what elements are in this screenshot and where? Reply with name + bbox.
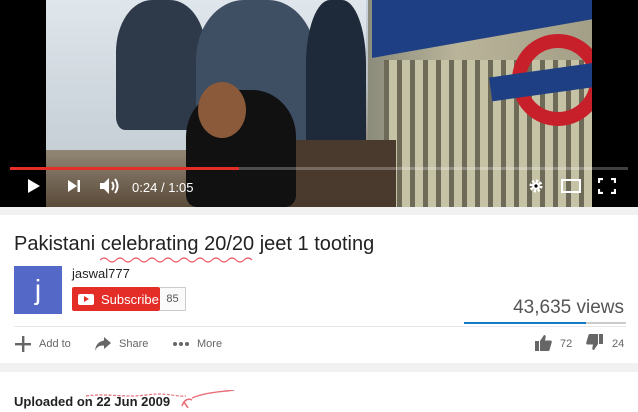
view-count: 43,635 views [513, 297, 624, 318]
video-info-panel: Pakistani celebrating 20/20 jeet 1 tooti… [0, 215, 638, 363]
video-title: Pakistani celebrating 20/20 jeet 1 tooti… [14, 233, 375, 255]
volume-icon [99, 177, 121, 200]
next-button[interactable] [64, 176, 84, 200]
settings-button[interactable] [526, 176, 546, 200]
red-annotation-underline [86, 390, 235, 408]
time-display: 0:24 / 1:05 [132, 180, 194, 195]
time-separator: / [160, 180, 165, 195]
channel-avatar[interactable]: j [14, 266, 62, 314]
subscriber-count: 85 [160, 287, 186, 311]
share-button[interactable]: Share [94, 335, 148, 353]
divider [14, 326, 626, 327]
like-ratio-fill [464, 322, 586, 324]
thumbs-up-icon [534, 334, 552, 354]
dislike-button[interactable]: 24 [586, 334, 625, 354]
description-panel: Uploaded on 22 Jun 2009 [0, 372, 638, 412]
like-button[interactable]: 72 [534, 335, 572, 353]
share-label: Share [119, 338, 149, 350]
youtube-logo-icon [78, 293, 94, 305]
thumbs-down-icon [586, 334, 604, 354]
spellcheck-underline [100, 257, 253, 263]
video-player[interactable]: 0:24 / 1:05 [0, 0, 638, 207]
player-controls: 0:24 / 1:05 [0, 172, 638, 204]
settings-icon [528, 178, 544, 199]
volume-button[interactable] [98, 176, 122, 200]
plus-icon [14, 335, 32, 353]
avatar-letter: j [34, 274, 42, 305]
fullscreen-button[interactable] [596, 176, 618, 200]
theater-mode-button[interactable] [560, 176, 582, 200]
video-person [306, 0, 366, 160]
subscribe-label: Subscribe [101, 291, 159, 307]
like-ratio-bar [464, 322, 626, 324]
next-icon [67, 179, 81, 198]
share-icon [94, 336, 112, 352]
progress-played [10, 167, 239, 170]
subscribe-button[interactable]: Subscribe [72, 287, 160, 311]
current-time: 0:24 [132, 180, 158, 195]
duration: 1:05 [168, 180, 194, 195]
like-count: 72 [560, 338, 573, 350]
add-to-label: Add to [39, 338, 71, 350]
dislike-count: 24 [612, 338, 625, 350]
channel-name[interactable]: jaswal777 [72, 266, 130, 281]
theater-mode-icon [561, 178, 581, 198]
fullscreen-icon [597, 177, 617, 199]
more-dots-icon [172, 341, 190, 347]
progress-bar[interactable] [10, 167, 628, 170]
video-person-head [198, 82, 246, 138]
add-to-button[interactable]: Add to [14, 335, 71, 353]
play-icon [27, 178, 41, 199]
more-button[interactable]: More [172, 335, 222, 353]
more-label: More [197, 338, 223, 350]
play-button[interactable] [24, 176, 44, 200]
